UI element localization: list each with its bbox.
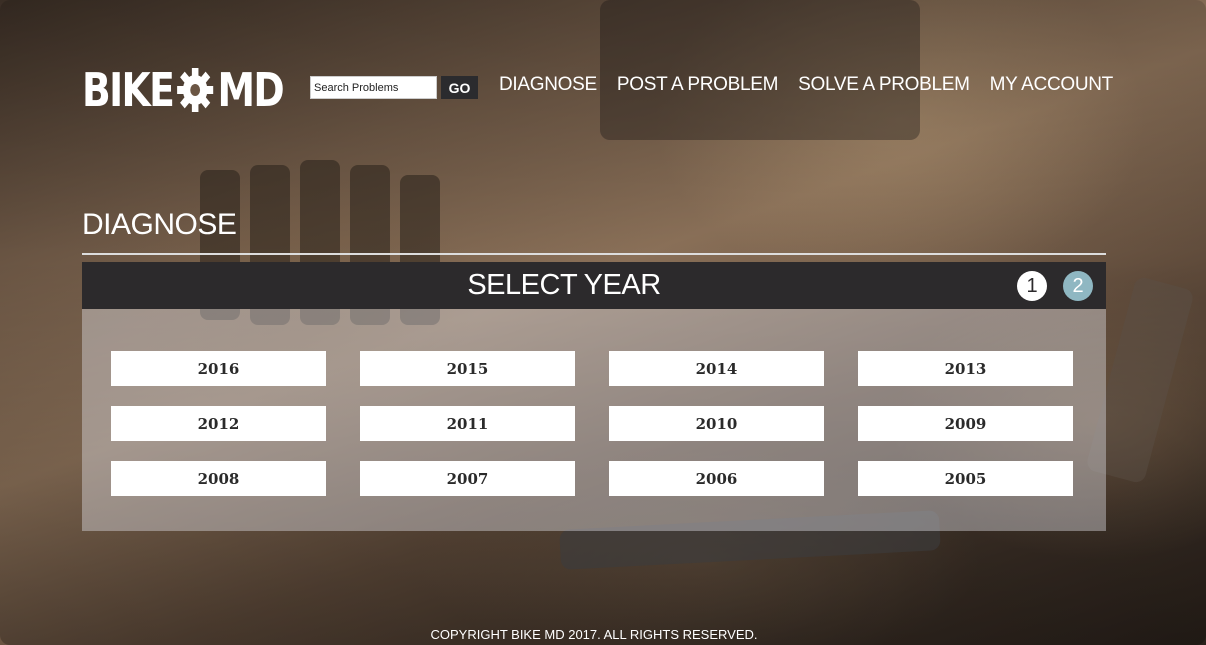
- year-button-2013[interactable]: 2013: [858, 351, 1073, 386]
- year-grid: 2016 2015 2014 2013 2012 2011 2010 2009 …: [111, 351, 1073, 496]
- year-button-2006[interactable]: 2006: [609, 461, 824, 496]
- year-button-2012[interactable]: 2012: [111, 406, 326, 441]
- year-button-2005[interactable]: 2005: [858, 461, 1073, 496]
- search-go-button[interactable]: GO: [441, 76, 478, 99]
- step-1[interactable]: 1: [1017, 271, 1047, 301]
- step-2[interactable]: 2: [1063, 271, 1093, 301]
- year-button-2011[interactable]: 2011: [360, 406, 575, 441]
- year-button-2014[interactable]: 2014: [609, 351, 824, 386]
- year-button-2007[interactable]: 2007: [360, 461, 575, 496]
- main-nav: DIAGNOSE POST A PROBLEM SOLVE A PROBLEM …: [499, 74, 1113, 96]
- year-button-2010[interactable]: 2010: [609, 406, 824, 441]
- search-input[interactable]: [310, 76, 437, 99]
- logo-text-md: MD: [217, 63, 285, 117]
- year-button-2016[interactable]: 2016: [111, 351, 326, 386]
- year-button-2008[interactable]: 2008: [111, 461, 326, 496]
- background-dark-area: [600, 0, 920, 140]
- year-button-2015[interactable]: 2015: [360, 351, 575, 386]
- nav-solve-a-problem[interactable]: SOLVE A PROBLEM: [798, 74, 970, 96]
- page-title: DIAGNOSE: [82, 208, 237, 241]
- panel-title: SELECT YEAR: [467, 269, 661, 301]
- nav-diagnose[interactable]: DIAGNOSE: [499, 74, 597, 96]
- nav-my-account[interactable]: MY ACCOUNT: [990, 74, 1114, 96]
- logo[interactable]: BIKE MD: [82, 63, 285, 117]
- panel-header: SELECT YEAR 1 2: [82, 262, 1106, 309]
- logo-text-bike: BIKE: [82, 63, 175, 117]
- year-panel: 2016 2015 2014 2013 2012 2011 2010 2009 …: [82, 309, 1106, 531]
- year-button-2009[interactable]: 2009: [858, 406, 1073, 441]
- footer-copyright: COPYRIGHT BIKE MD 2017. ALL RIGHTS RESER…: [430, 627, 758, 642]
- title-divider: [82, 253, 1106, 255]
- nav-post-a-problem[interactable]: POST A PROBLEM: [617, 74, 779, 96]
- step-indicator: 1 2: [1017, 271, 1093, 301]
- search-bar: GO: [310, 76, 478, 99]
- gear-icon: [177, 68, 214, 112]
